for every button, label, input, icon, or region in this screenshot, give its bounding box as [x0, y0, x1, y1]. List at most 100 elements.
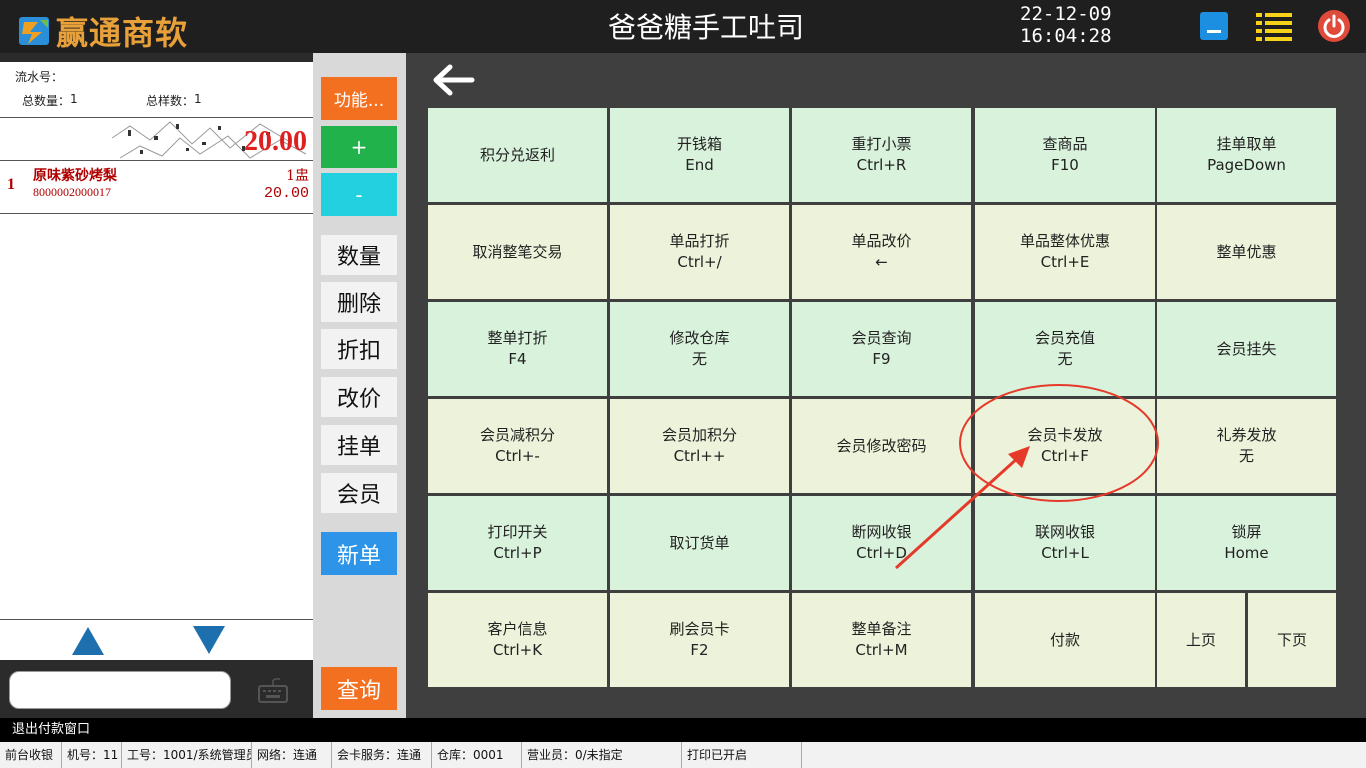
barcode-input[interactable] [9, 671, 231, 709]
grid-label: 整单优惠 [1216, 242, 1277, 261]
status-network: 网络：连通 [252, 742, 332, 768]
member-change-password-button[interactable]: 会员修改密码 [792, 399, 971, 493]
grid-label: 整单打折 [487, 329, 548, 347]
print-toggle-button[interactable]: 打印开关 Ctrl+P [428, 496, 607, 590]
status-print: 打印已开启 [682, 742, 802, 768]
exit-payment-hint[interactable]: 退出付款窗口 [0, 718, 1366, 742]
member-recharge-button[interactable]: 会员充值无 [975, 302, 1155, 396]
member-query-button[interactable]: 会员查询 F9 [792, 302, 971, 396]
grid-shortcut: Ctrl+M [855, 641, 908, 659]
order-discount-button[interactable]: 整单打折 F4 [428, 302, 607, 396]
minimize-button[interactable] [1200, 12, 1228, 40]
grid-label: 刷会员卡 [669, 620, 730, 638]
item-discount-button[interactable]: 单品打折 Ctrl+/ [610, 205, 789, 299]
grid-label: 修改仓库 [669, 329, 730, 347]
change-warehouse-button[interactable]: 修改仓库无 [610, 302, 789, 396]
reprint-receipt-button[interactable]: 重打小票 Ctrl+R [792, 108, 971, 202]
order-remark-button[interactable]: 整单备注 Ctrl+M [792, 593, 971, 687]
status-card-service: 会卡服务：连通 [332, 742, 432, 768]
power-button[interactable] [1318, 10, 1350, 42]
online-checkout-button[interactable]: 联网收银 Ctrl+L [975, 496, 1155, 590]
grid-label: 会员减积分 [479, 426, 555, 444]
grid-label: 会员查询 [851, 329, 912, 347]
open-cash-drawer-button[interactable]: 开钱箱 End [610, 108, 789, 202]
item-overall-offer-button[interactable]: 单品整体优惠 Ctrl+E [975, 205, 1155, 299]
change-price-button[interactable]: 改价 [321, 377, 397, 417]
grid-label: 客户信息 [487, 620, 548, 638]
search-product-button[interactable]: 查商品 F10 [975, 108, 1155, 202]
member-deduct-points-button[interactable]: 会员减积分 Ctrl+- [428, 399, 607, 493]
back-arrow-icon[interactable] [432, 64, 476, 96]
function-column: 功能... + - 数量 删除 折扣 改价 挂单 会员 新单 查询 [313, 53, 406, 718]
delete-button[interactable]: 删除 [321, 282, 397, 322]
total-kinds-value: 1 [194, 92, 202, 106]
grid-shortcut: Ctrl+P [493, 544, 542, 562]
grid-shortcut: 无 [691, 350, 707, 368]
member-card-issue-button[interactable]: 会员卡发放 Ctrl+F [975, 399, 1155, 493]
prev-page-button[interactable]: 上页 [1157, 593, 1245, 687]
fetch-preorder-button[interactable]: 取订货单 [610, 496, 789, 590]
grid-label: 挂单取单 [1216, 135, 1277, 153]
member-add-points-button[interactable]: 会员加积分 Ctrl++ [610, 399, 789, 493]
date-text: 22-12-09 [1020, 3, 1112, 25]
discount-button[interactable]: 折扣 [321, 329, 397, 369]
new-order-button[interactable]: 新单 [321, 532, 397, 575]
next-page-button[interactable]: 下页 [1248, 593, 1336, 687]
points-rebate-button[interactable]: 积分兑返利 [428, 108, 607, 202]
datetime: 22-12-09 16:04:28 [1020, 3, 1112, 47]
total-kinds-label: 总样数： [146, 94, 195, 108]
time-text: 16:04:28 [1020, 25, 1112, 47]
quantity-button[interactable]: 数量 [321, 235, 397, 275]
grid-label: 锁屏 [1231, 523, 1262, 541]
menu-icon[interactable] [1256, 12, 1292, 41]
grid-label: 取订货单 [669, 533, 730, 552]
member-button[interactable]: 会员 [321, 473, 397, 513]
more-functions-button[interactable]: 功能... [321, 77, 397, 120]
grid-shortcut: F2 [690, 641, 709, 659]
plus-button[interactable]: + [321, 126, 397, 168]
hang-retrieve-order-button[interactable]: 挂单取单 PageDown [1157, 108, 1336, 202]
grid-shortcut: F10 [1051, 156, 1079, 174]
hang-order-button[interactable]: 挂单 [321, 425, 397, 465]
grid-shortcut: F9 [872, 350, 891, 368]
power-icon [1323, 14, 1345, 38]
total-qty-value: 1 [70, 92, 78, 106]
grid-label: 会员修改密码 [836, 436, 927, 455]
query-button[interactable]: 查询 [321, 667, 397, 710]
grid-label: 上页 [1185, 630, 1216, 649]
total-qty-label: 总数量： [22, 94, 71, 108]
payment-button[interactable]: 付款 [975, 593, 1155, 687]
status-salesperson: 营业员：0/未指定 [522, 742, 682, 768]
coupon-issue-button[interactable]: 礼券发放无 [1157, 399, 1336, 493]
grid-shortcut: PageDown [1207, 156, 1286, 174]
grid-label: 取消整笔交易 [472, 242, 563, 261]
grid-shortcut: Ctrl+K [492, 641, 543, 659]
top-bar: 赢通商软 爸爸糖手工吐司 22-12-09 16:04:28 [0, 0, 1366, 53]
grid-label: 查商品 [1042, 135, 1088, 153]
minus-button[interactable]: - [321, 173, 397, 216]
item-price: 20.00 [263, 185, 309, 202]
grid-label: 会员充值 [1034, 329, 1095, 347]
grid-label: 积分兑返利 [479, 145, 555, 164]
amount-total: 20.00 [244, 126, 307, 157]
cancel-transaction-button[interactable]: 取消整笔交易 [428, 205, 607, 299]
order-offer-button[interactable]: 整单优惠 [1157, 205, 1336, 299]
grid-label: 单品打折 [669, 232, 730, 250]
keyboard-icon[interactable] [258, 678, 288, 704]
status-mode: 前台收银 [0, 742, 62, 768]
grid-shortcut: Ctrl+F [1041, 447, 1089, 465]
member-report-loss-button[interactable]: 会员挂失 [1157, 302, 1336, 396]
offline-checkout-button[interactable]: 断网收银 Ctrl+D [792, 496, 971, 590]
scroll-up-icon[interactable] [72, 627, 104, 655]
item-change-price-button[interactable]: 单品改价 ← [792, 205, 971, 299]
customer-info-button[interactable]: 客户信息 Ctrl+K [428, 593, 607, 687]
lock-screen-button[interactable]: 锁屏 Home [1157, 496, 1336, 590]
grid-label: 开钱箱 [676, 135, 722, 153]
order-item-row[interactable]: 1 原味紫砂烤梨 8000002000017 1盅 20.00 [0, 162, 313, 214]
serial-number-label: 流水号： [15, 70, 64, 84]
swipe-member-card-button[interactable]: 刷会员卡 F2 [610, 593, 789, 687]
scroll-down-icon[interactable] [193, 626, 225, 654]
grid-shortcut: 无 [1238, 447, 1254, 465]
grid-label: 断网收银 [851, 523, 912, 541]
order-panel: 流水号： 总数量： 1 总样数： 1 20.00 1 原味紫砂烤梨 800000… [0, 62, 313, 660]
